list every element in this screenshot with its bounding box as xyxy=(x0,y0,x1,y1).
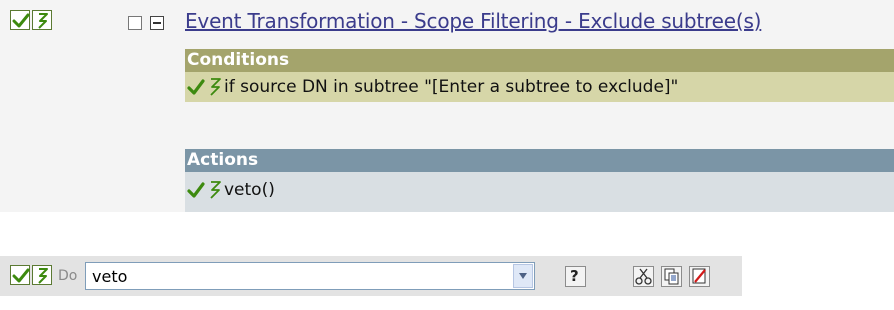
rule-enabled-checkbox[interactable] xyxy=(10,10,30,30)
action-enabled-checkbox[interactable] xyxy=(10,265,30,285)
help-icon: ? xyxy=(570,267,579,285)
condition-row[interactable]: if source DN in subtree "[Enter a subtre… xyxy=(185,72,894,102)
action-select-value: veto xyxy=(92,267,128,286)
trace-lightning-icon xyxy=(38,13,48,29)
actions-header: Actions xyxy=(185,149,894,172)
action-row[interactable]: veto() xyxy=(185,172,894,212)
rule-title-link[interactable]: Event Transformation - Scope Filtering -… xyxy=(185,9,761,33)
do-label: Do xyxy=(58,268,78,284)
scissors-icon xyxy=(635,268,652,285)
chevron-down-icon[interactable] xyxy=(513,264,533,288)
action-select[interactable]: veto xyxy=(85,262,535,290)
delete-button[interactable] xyxy=(689,266,710,287)
cut-button[interactable] xyxy=(633,266,654,287)
checkmark-icon[interactable] xyxy=(187,78,205,96)
collapse-toggle-icon[interactable] xyxy=(150,16,164,30)
copy-button[interactable] xyxy=(661,266,682,287)
rule-trace-toggle[interactable] xyxy=(32,10,52,30)
checkmark-icon xyxy=(12,268,30,283)
checkmark-icon xyxy=(12,13,30,28)
action-text: veto() xyxy=(224,180,275,200)
trace-lightning-icon[interactable] xyxy=(208,180,222,200)
trace-lightning-icon xyxy=(38,268,48,284)
copy-icon xyxy=(664,268,679,285)
action-trace-toggle[interactable] xyxy=(32,265,52,285)
trace-lightning-icon[interactable] xyxy=(208,77,222,97)
action-editor: Do veto ? xyxy=(0,256,742,296)
condition-text: if source DN in subtree "[Enter a subtre… xyxy=(224,77,679,97)
checkmark-icon[interactable] xyxy=(187,181,205,199)
delete-icon xyxy=(692,268,706,284)
rule-panel: Event Transformation - Scope Filtering -… xyxy=(0,0,894,212)
help-button[interactable]: ? xyxy=(565,266,586,287)
select-rule-checkbox[interactable] xyxy=(128,16,142,30)
conditions-header: Conditions xyxy=(185,49,894,72)
